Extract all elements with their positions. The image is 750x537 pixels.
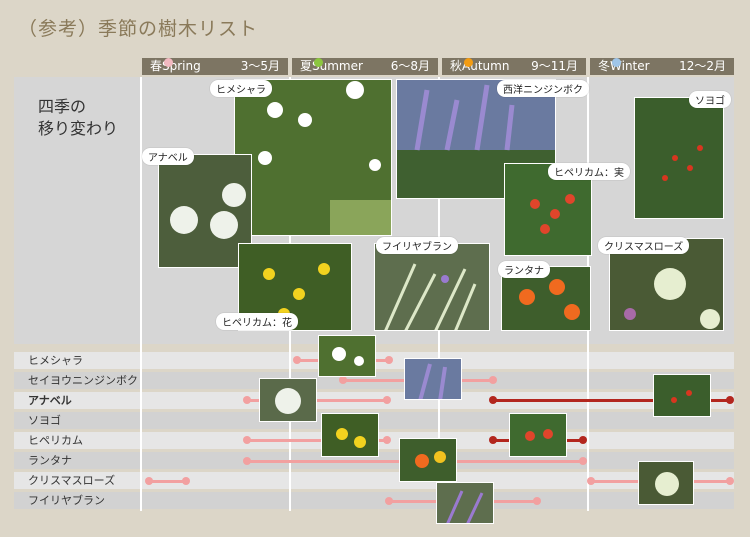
spring-dot-icon	[164, 58, 174, 67]
thumb-hypericum-flower	[321, 413, 379, 457]
row-label: クリスマスローズ	[28, 474, 116, 487]
bar-end-dot	[726, 396, 734, 404]
bar-start-dot	[385, 497, 393, 505]
season-header-autumn: 秋 Autumn 9〜11月	[442, 58, 586, 75]
bar-end-dot	[383, 396, 391, 404]
bar-start-dot	[293, 356, 301, 364]
bar-start-dot	[489, 396, 497, 404]
photo-label: 西洋ニンジンボク	[497, 80, 589, 97]
thumb-anabel	[259, 378, 317, 422]
bar-end-dot	[579, 436, 587, 444]
photo-label: ソヨゴ	[689, 91, 731, 108]
row-fuiriya: フイリヤブラン	[14, 492, 734, 509]
bar-start-dot	[243, 436, 251, 444]
bar-end-dot	[533, 497, 541, 505]
row-label: ヒメシャラ	[28, 354, 83, 367]
winter-dot-icon	[612, 58, 622, 67]
season-header-summer: 夏 Summer 6〜8月	[292, 58, 438, 75]
bar-start-dot	[243, 457, 251, 465]
season-kanji: 夏	[300, 59, 313, 73]
bar-start-dot	[145, 477, 153, 485]
row-label: ソヨゴ	[28, 414, 61, 427]
bar-christmas-1	[149, 480, 186, 483]
photo-label: ヒメシャラ	[210, 80, 272, 97]
photo-label: フイリヤブラン	[376, 237, 458, 254]
bar-start-dot	[587, 477, 595, 485]
row-label: アナベル	[28, 394, 72, 407]
row-label: セイヨウニンジンボク	[28, 374, 138, 387]
bar-end-dot	[383, 436, 391, 444]
bar-end-dot	[385, 356, 393, 364]
season-months: 6〜8月	[390, 59, 430, 73]
photo-label: ランタナ	[498, 261, 550, 278]
photo-soyogo	[634, 97, 724, 219]
summer-dot-icon	[314, 58, 324, 67]
bar-end-dot	[182, 477, 190, 485]
bar-start-dot	[489, 436, 497, 444]
thumb-fuiriya	[436, 482, 494, 524]
intro-text: 四季の 移り変わり	[38, 97, 119, 138]
photo-himeshara	[234, 79, 392, 236]
thumb-christmas	[638, 461, 694, 505]
season-divider	[140, 77, 142, 511]
photo-label: クリスマスローズ	[598, 237, 690, 254]
photo-label: アナベル	[142, 148, 194, 165]
page-title: （参考）季節の樹木リスト	[18, 18, 259, 40]
thumb-seiyou	[404, 358, 462, 400]
season-kanji: 冬	[598, 59, 611, 73]
row-label: ランタナ	[28, 454, 72, 467]
bar-start-dot	[339, 376, 347, 384]
row-label: ヒペリカム	[28, 434, 83, 447]
photo-label: ヒペリカム：花	[216, 313, 298, 330]
season-months: 3〜5月	[240, 59, 280, 73]
thumb-hypericum-fruit	[509, 413, 567, 457]
season-kanji: 春	[150, 59, 163, 73]
season-kanji: 秋	[450, 59, 463, 73]
thumb-lantana	[399, 438, 457, 482]
season-header-spring: 春 Spring 3〜5月	[142, 58, 288, 75]
bar-end-dot	[726, 477, 734, 485]
season-months: 12〜2月	[679, 59, 726, 73]
season-header-winter: 冬 Winter 12〜2月	[590, 58, 734, 75]
photo-label: ヒペリカム：実	[548, 163, 630, 180]
bar-end-dot	[579, 457, 587, 465]
row-label: フイリヤブラン	[28, 494, 105, 507]
autumn-dot-icon	[464, 58, 474, 67]
bar-end-dot	[489, 376, 497, 384]
thumb-soyogo	[653, 374, 711, 417]
photo-fuiriya	[374, 243, 490, 331]
season-months: 9〜11月	[531, 59, 578, 73]
thumb-himeshara	[318, 335, 376, 377]
bar-start-dot	[243, 396, 251, 404]
